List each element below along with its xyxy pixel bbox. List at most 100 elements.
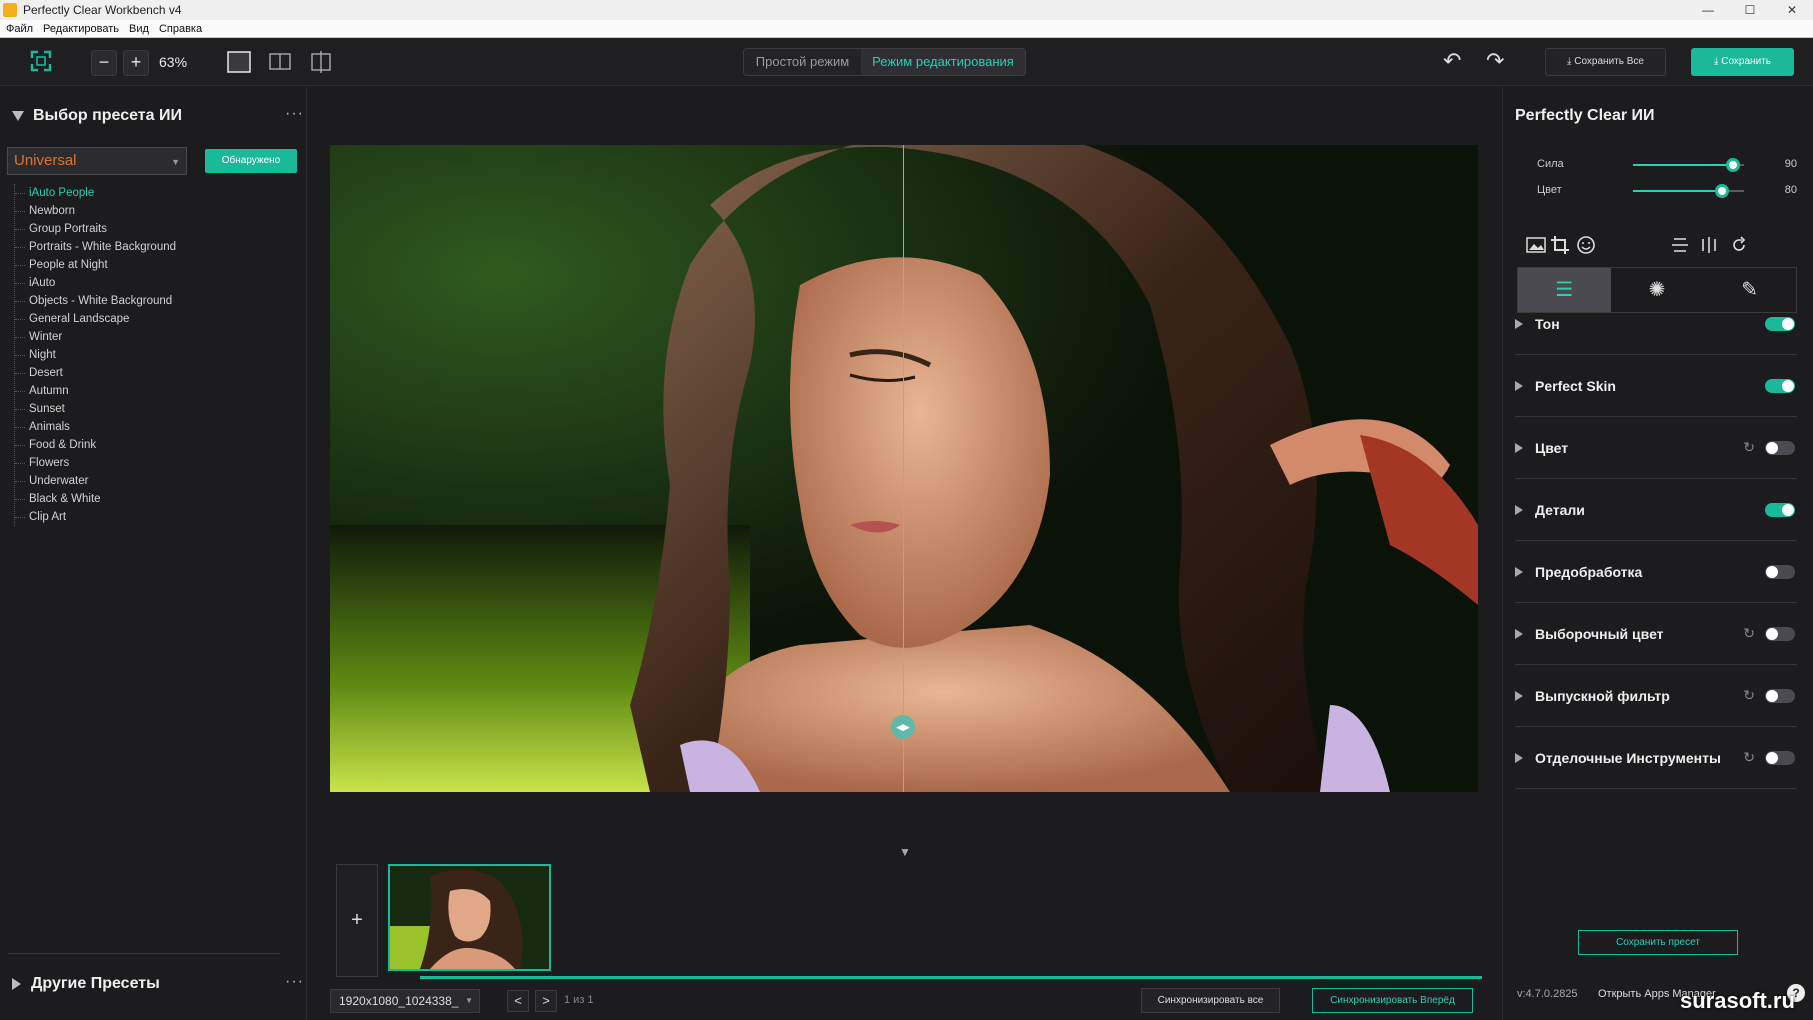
expand-arrow-icon[interactable] (1515, 566, 1523, 577)
preset-item[interactable]: General Landscape (15, 310, 274, 328)
preset-select[interactable]: Universal ▼ (7, 147, 187, 175)
menu-help[interactable]: Справка (159, 23, 202, 35)
zoom-in-button[interactable]: + (123, 50, 149, 76)
preset-item[interactable]: Animals (15, 418, 274, 436)
file-select[interactable]: 1920x1080_1024338_ ▼ (330, 989, 480, 1013)
collapse-filmstrip-icon[interactable]: ▼ (899, 845, 911, 859)
more-options-icon[interactable]: ··· (285, 105, 304, 123)
image-icon[interactable] (1526, 235, 1546, 255)
face-icon[interactable] (1576, 235, 1596, 255)
section-toggle[interactable] (1765, 316, 1795, 331)
save-button[interactable]: ⤓ Сохранить (1691, 48, 1794, 76)
reset-icon[interactable]: ↻ (1743, 749, 1755, 766)
section-row[interactable]: Выборочный цвет ↻ (1515, 603, 1797, 665)
section-toggle[interactable] (1765, 750, 1795, 765)
section-row[interactable]: Тон (1515, 293, 1797, 355)
other-presets-header[interactable]: Другие Пресеты (12, 975, 160, 993)
preset-item[interactable]: Autumn (15, 382, 274, 400)
section-row[interactable]: Выпускной фильтр ↻ (1515, 665, 1797, 727)
preset-item[interactable]: Desert (15, 364, 274, 382)
section-row[interactable]: Perfect Skin (1515, 355, 1797, 417)
single-view-icon[interactable] (227, 51, 251, 73)
rotate-icon[interactable] (1729, 235, 1749, 255)
undo-icon[interactable]: ↶ (1443, 48, 1461, 74)
sync-forward-button[interactable]: Синхронизировать Вперёд (1312, 988, 1473, 1013)
expand-arrow-icon[interactable] (1515, 318, 1523, 329)
preset-item[interactable]: Black & White (15, 490, 274, 508)
close-button[interactable]: ✕ (1771, 0, 1813, 20)
section-toggle[interactable] (1765, 688, 1795, 703)
perfectly-clear-ai-title: Perfectly Clear ИИ (1515, 107, 1655, 124)
expand-arrow-icon[interactable] (1515, 442, 1523, 453)
expand-arrow-icon[interactable] (1515, 690, 1523, 701)
split-view-icon[interactable] (309, 51, 333, 73)
expand-arrow-icon[interactable] (1515, 752, 1523, 763)
sync-all-button[interactable]: Синхронизировать все (1141, 988, 1280, 1013)
menu-edit[interactable]: Редактировать (43, 23, 119, 35)
edit-mode-tab[interactable]: Режим редактирования (861, 49, 1025, 75)
expand-arrow-icon[interactable] (1515, 380, 1523, 391)
divider (8, 953, 280, 954)
save-preset-button[interactable]: Сохранить пресет (1578, 930, 1738, 955)
menu-view[interactable]: Вид (129, 23, 149, 35)
preset-item[interactable]: Winter (15, 328, 274, 346)
side-by-side-view-icon[interactable] (268, 51, 292, 73)
reset-icon[interactable]: ↻ (1743, 687, 1755, 704)
next-image-button[interactable]: > (535, 990, 557, 1012)
expand-arrow-icon[interactable] (1515, 628, 1523, 639)
preset-item[interactable]: Clip Art (15, 508, 274, 526)
image-canvas[interactable]: ◀▶ (330, 145, 1478, 792)
flip-horizontal-icon[interactable] (1699, 235, 1719, 255)
preset-item[interactable]: People at Night (15, 256, 274, 274)
section-row[interactable]: Детали (1515, 479, 1797, 541)
split-line (903, 145, 904, 792)
slider-knob[interactable] (1714, 184, 1729, 198)
section-toggle[interactable] (1765, 440, 1795, 455)
crop-icon[interactable] (1550, 235, 1570, 255)
expand-arrow-icon (12, 978, 21, 990)
split-handle-icon[interactable]: ◀▶ (891, 715, 915, 739)
collapse-arrow-icon (12, 111, 24, 121)
preset-item[interactable]: Group Portraits (15, 220, 274, 238)
detected-button[interactable]: Обнаружено (205, 149, 297, 173)
reset-icon[interactable]: ↻ (1743, 625, 1755, 642)
preset-item[interactable]: iAuto (15, 274, 274, 292)
preset-item[interactable]: Flowers (15, 454, 274, 472)
toolbar: − + 63% Простой режим Режим редактирован… (0, 38, 1813, 86)
strength-slider[interactable] (1633, 158, 1744, 172)
section-row[interactable]: Отделочные Инструменты ↻ (1515, 727, 1797, 789)
simple-mode-tab[interactable]: Простой режим (744, 49, 861, 75)
preset-item[interactable]: Food & Drink (15, 436, 274, 454)
flip-vertical-icon[interactable] (1670, 235, 1690, 255)
menu-file[interactable]: Файл (6, 23, 33, 35)
preset-item[interactable]: iAuto People (15, 184, 274, 202)
more-options-icon[interactable]: ··· (285, 973, 304, 991)
reset-icon[interactable]: ↻ (1743, 439, 1755, 456)
color-slider[interactable] (1633, 184, 1744, 198)
previous-image-button[interactable]: < (507, 990, 529, 1012)
preset-item[interactable]: Objects - White Background (15, 292, 274, 310)
preset-item[interactable]: Portraits - White Background (15, 238, 274, 256)
section-toggle[interactable] (1765, 626, 1795, 641)
save-all-button[interactable]: ⤓ Сохранить Все (1545, 48, 1666, 76)
section-toggle[interactable] (1765, 502, 1795, 517)
strength-label: Сила (1537, 158, 1564, 170)
maximize-button[interactable]: ☐ (1729, 0, 1771, 20)
expand-arrow-icon[interactable] (1515, 504, 1523, 515)
zoom-out-button[interactable]: − (91, 50, 117, 76)
preset-item[interactable]: Night (15, 346, 274, 364)
add-image-button[interactable]: + (336, 864, 378, 977)
redo-icon[interactable]: ↷ (1486, 48, 1504, 74)
section-row[interactable]: Цвет ↻ (1515, 417, 1797, 479)
preset-item[interactable]: Newborn (15, 202, 274, 220)
section-toggle[interactable] (1765, 564, 1795, 579)
preset-item[interactable]: Underwater (15, 472, 274, 490)
fit-screen-icon[interactable] (30, 50, 52, 72)
image-thumbnail[interactable] (388, 864, 551, 971)
preset-item[interactable]: Sunset (15, 400, 274, 418)
minimize-button[interactable]: — (1687, 0, 1729, 20)
section-toggle[interactable] (1765, 378, 1795, 393)
slider-knob[interactable] (1725, 158, 1740, 172)
section-row[interactable]: Предобработка (1515, 541, 1797, 603)
ai-preset-header[interactable]: Выбор пресета ИИ (12, 107, 182, 125)
